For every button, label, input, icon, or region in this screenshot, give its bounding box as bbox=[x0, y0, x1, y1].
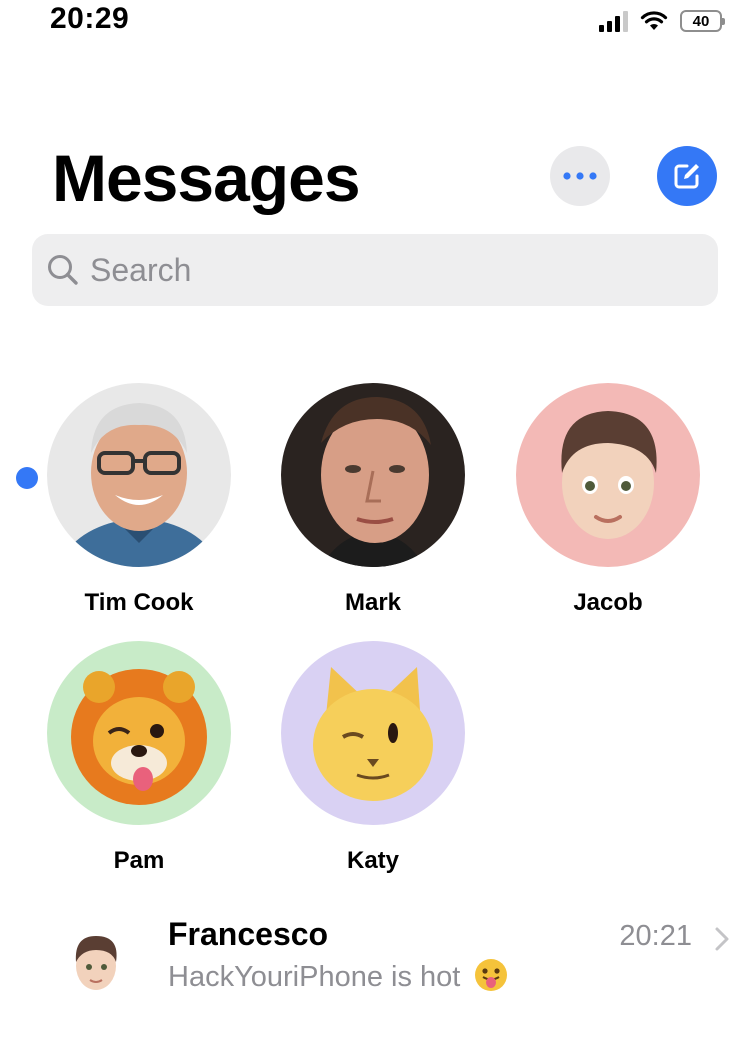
pinned-contact-name: Katy bbox=[346, 847, 400, 874]
battery-icon: 40 bbox=[680, 10, 725, 32]
wifi-icon bbox=[640, 11, 668, 30]
pinned-contact-name: Tim Cook bbox=[84, 589, 194, 616]
pinned-contact-name: Pam bbox=[113, 847, 165, 874]
conversation-preview-text: HackYouriPhone is hot bbox=[168, 961, 461, 993]
page-title: Messages bbox=[52, 141, 361, 215]
unread-indicator bbox=[16, 467, 38, 489]
avatar bbox=[47, 641, 231, 825]
battery-level: 40 bbox=[692, 12, 710, 30]
status-time: 20:29 bbox=[50, 2, 130, 35]
face-with-tongue-emoji-icon bbox=[475, 959, 508, 991]
avatar bbox=[64, 930, 128, 994]
chevron-right-icon bbox=[715, 927, 729, 951]
more-button[interactable] bbox=[550, 146, 610, 206]
avatar bbox=[516, 383, 700, 567]
pinned-contact-katy[interactable]: Katy bbox=[273, 641, 473, 881]
pinned-contact-jacob[interactable]: Jacob bbox=[508, 383, 708, 623]
pinned-contact-tim-cook[interactable]: Tim Cook bbox=[39, 383, 239, 623]
status-bar: 20:29 40 bbox=[0, 0, 750, 44]
search-input[interactable] bbox=[88, 250, 688, 290]
conversation-preview: HackYouriPhone is hot bbox=[168, 958, 508, 994]
pinned-contact-mark[interactable]: Mark bbox=[273, 383, 473, 623]
conversation-name: Francesco bbox=[168, 916, 329, 952]
cellular-signal-icon bbox=[599, 10, 628, 32]
status-icons: 40 bbox=[599, 8, 725, 34]
pinned-contact-name: Jacob bbox=[573, 589, 643, 616]
search-icon bbox=[48, 255, 78, 285]
compose-button[interactable] bbox=[657, 146, 717, 206]
conversation-time: 20:21 bbox=[619, 920, 692, 952]
avatar bbox=[281, 383, 465, 567]
search-bar[interactable] bbox=[32, 234, 718, 306]
pinned-contact-name: Mark bbox=[344, 589, 402, 616]
compose-icon bbox=[674, 164, 699, 189]
pinned-contact-pam[interactable]: Pam bbox=[39, 641, 239, 881]
ellipsis-icon bbox=[563, 172, 597, 180]
avatar bbox=[47, 383, 231, 567]
conversation-row[interactable]: Francesco 20:21 HackYouriPhone is hot bbox=[0, 900, 750, 1010]
avatar bbox=[281, 641, 465, 825]
